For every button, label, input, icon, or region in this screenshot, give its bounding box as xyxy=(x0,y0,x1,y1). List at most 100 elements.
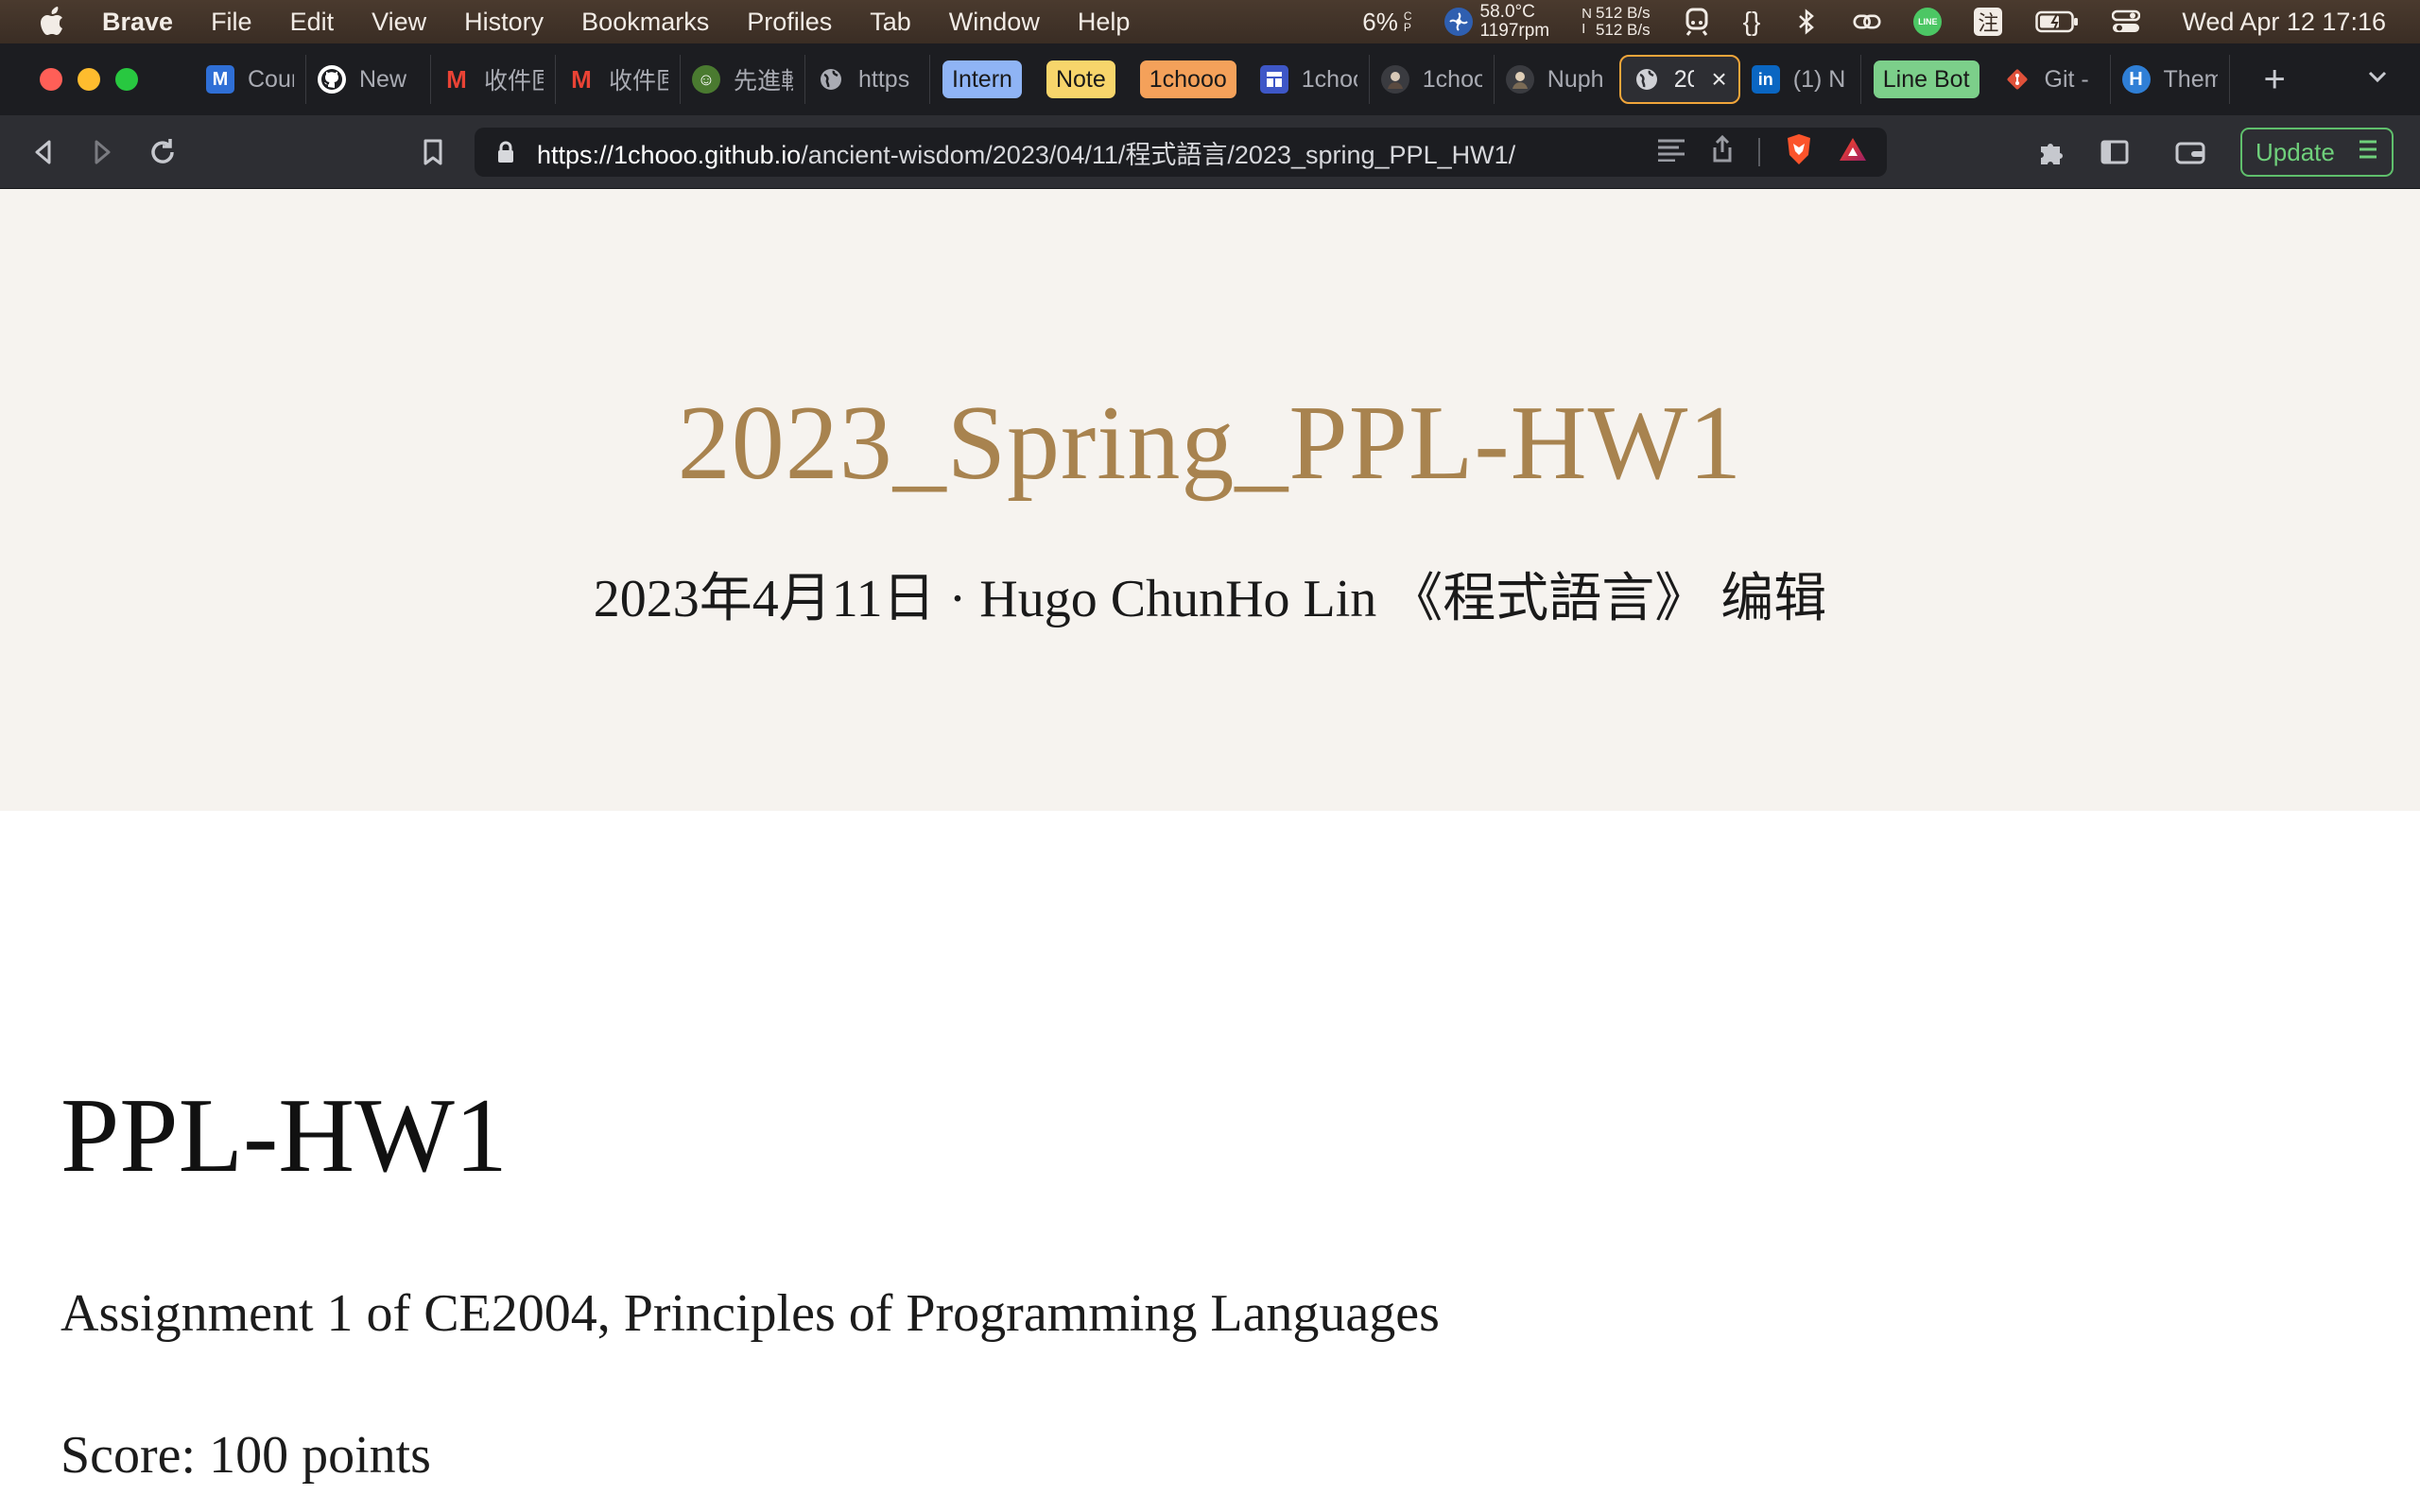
tab-linkedin[interactable]: in (1) N xyxy=(1740,55,1861,104)
tab-git[interactable]: Git - xyxy=(1992,55,2111,104)
back-button[interactable] xyxy=(25,133,62,171)
separator xyxy=(1758,138,1760,166)
tab-label: 1choo xyxy=(1301,65,1357,93)
train-icon[interactable] xyxy=(1683,8,1711,36)
tab-label: Git - xyxy=(2044,65,2089,93)
tab-label: Nuph xyxy=(1547,65,1604,93)
url-host: https://1chooo.github.io xyxy=(537,140,802,169)
globe-icon xyxy=(817,65,845,94)
cpu-icon: CP xyxy=(1403,9,1412,34)
tab-1chooo-board[interactable]: 1choo xyxy=(1249,55,1370,104)
score-text: Score: 100 points xyxy=(60,1426,431,1485)
tab-label: New xyxy=(359,65,407,93)
reload-button[interactable] xyxy=(144,133,182,171)
tab-label: 收件匣 xyxy=(484,68,544,94)
hexo-icon: H xyxy=(2121,65,2151,94)
tab-label: Them xyxy=(2163,65,2218,93)
assignment-description: Assignment 1 of CE2004, Principles of Pr… xyxy=(60,1284,1440,1343)
address-bar-actions xyxy=(1632,133,1868,172)
menu-app-name[interactable]: Brave xyxy=(102,8,173,37)
browser-tab-strip: M Cour New M 收件匣 M 收件匣 ☺ 先進軟 https Inter… xyxy=(0,43,2420,115)
gmail-icon: M xyxy=(571,64,592,94)
extensions-puzzle-icon[interactable] xyxy=(2032,133,2070,171)
fan-icon xyxy=(1443,8,1473,36)
tab-list-chevron-down-icon[interactable] xyxy=(2363,62,2392,91)
address-bar[interactable]: https://1chooo.github.io/ancient-wisdom/… xyxy=(475,128,1887,177)
tab-group-1chooo[interactable]: 1chooo xyxy=(1139,60,1236,98)
tab-label: Cour xyxy=(248,65,294,93)
brave-shields-icon[interactable] xyxy=(1785,133,1813,172)
menu-window[interactable]: Window xyxy=(949,8,1040,37)
tab-label: (1) N xyxy=(1792,65,1846,93)
bookmark-icon[interactable] xyxy=(414,133,452,171)
owl-icon: ☺ xyxy=(692,65,720,94)
tab-active-current-page[interactable]: 20 × xyxy=(1618,55,1740,104)
sidebar-toggle-icon[interactable] xyxy=(2096,133,2134,171)
status-area: 6% CP 58.0°C 1197rpm NI 512 B/s 512 B/s … xyxy=(1330,0,2420,43)
temperature-value: 58.0°C xyxy=(1479,2,1535,22)
net-down-value: 512 B/s xyxy=(1595,21,1651,39)
net-down-arrow-icon: I xyxy=(1582,21,1586,37)
line-app-icon[interactable]: LINE xyxy=(1913,8,1943,36)
lock-icon[interactable] xyxy=(495,140,518,164)
tab-theme[interactable]: H Them xyxy=(2111,55,2230,104)
menu-edit[interactable]: Edit xyxy=(290,8,335,37)
brave-rewards-icon[interactable] xyxy=(1838,136,1868,169)
menu-view[interactable]: View xyxy=(372,8,426,37)
tab-course[interactable]: M Cour xyxy=(195,55,306,104)
menu-profiles[interactable]: Profiles xyxy=(747,8,832,37)
tab-label: https xyxy=(858,65,910,93)
tab-github[interactable]: New xyxy=(306,55,431,104)
link-icon[interactable] xyxy=(1853,8,1881,36)
minimize-window-button[interactable] xyxy=(78,68,100,91)
apple-logo-icon[interactable] xyxy=(36,6,68,38)
zoom-window-button[interactable] xyxy=(115,68,138,91)
git-icon xyxy=(2003,65,2031,94)
menu-tab[interactable]: Tab xyxy=(870,8,911,37)
new-tab-plus-icon[interactable]: + xyxy=(2264,59,2286,101)
tab-label: 1choo xyxy=(1422,65,1482,93)
menubar-clock[interactable]: Wed Apr 12 17:16 xyxy=(2182,8,2386,37)
section-heading: PPL-HW1 xyxy=(60,1077,508,1194)
browser-toolbar: https://1chooo.github.io/ancient-wisdom/… xyxy=(0,115,2420,189)
fan-rpm-value: 1197rpm xyxy=(1479,21,1550,41)
post-meta: 2023年4月11日 · Hugo ChunHo Lin 《程式語言》 编辑 xyxy=(593,570,1827,628)
tab-label: 收件匣 xyxy=(609,68,668,94)
tab-label: 先進軟 xyxy=(734,68,793,94)
wallet-icon[interactable] xyxy=(2171,133,2209,171)
close-window-button[interactable] xyxy=(40,68,62,91)
menu-bookmarks[interactable]: Bookmarks xyxy=(581,8,709,37)
forward-button[interactable] xyxy=(83,133,121,171)
tab-1chooo-profile[interactable]: 1choo xyxy=(1370,55,1495,104)
sensor-widget[interactable]: 58.0°C 1197rpm xyxy=(1443,2,1550,41)
net-up-value: 512 B/s xyxy=(1595,4,1651,22)
tab-group-intern[interactable]: Intern xyxy=(942,60,1022,98)
menu-help[interactable]: Help xyxy=(1078,8,1131,37)
share-icon[interactable] xyxy=(1711,134,1734,170)
url-path: /ancient-wisdom/2023/04/11/程式語言/2023_spr… xyxy=(801,140,1516,169)
update-button[interactable]: Update xyxy=(2240,128,2394,177)
tab-nuphy[interactable]: Nuph xyxy=(1495,55,1619,104)
battery-icon[interactable] xyxy=(2034,8,2080,36)
tab-group-note[interactable]: Note xyxy=(1046,60,1115,98)
tab-gmail-1[interactable]: M 收件匣 xyxy=(431,55,556,104)
globe-icon xyxy=(1633,65,1661,94)
tab-gmail-2[interactable]: M 收件匣 xyxy=(556,55,681,104)
braces-icon[interactable]: {} xyxy=(1743,7,1761,37)
network-widget[interactable]: NI 512 B/s 512 B/s xyxy=(1582,5,1651,39)
input-method-icon[interactable]: 注 xyxy=(1974,8,2003,36)
cpu-usage[interactable]: 6% CP xyxy=(1362,8,1411,37)
close-tab-icon[interactable]: × xyxy=(1711,64,1726,94)
menu-history[interactable]: History xyxy=(464,8,544,37)
update-label: Update xyxy=(2256,137,2335,166)
url-text[interactable]: https://1chooo.github.io/ancient-wisdom/… xyxy=(537,134,1632,171)
bluetooth-icon[interactable] xyxy=(1792,8,1821,36)
tab-advanced-software[interactable]: ☺ 先進軟 xyxy=(681,55,805,104)
control-center-icon[interactable] xyxy=(2112,8,2141,36)
menu-file[interactable]: File xyxy=(211,8,252,37)
tab-group-line-bot[interactable]: Line Bot xyxy=(1873,60,1979,98)
cpu-value: 6% xyxy=(1362,7,1398,36)
tab-https[interactable]: https xyxy=(805,55,930,104)
post-header: 2023_Spring_PPL-HW1 2023年4月11日 · Hugo Ch… xyxy=(0,189,2420,811)
reader-mode-icon[interactable] xyxy=(1656,137,1686,168)
